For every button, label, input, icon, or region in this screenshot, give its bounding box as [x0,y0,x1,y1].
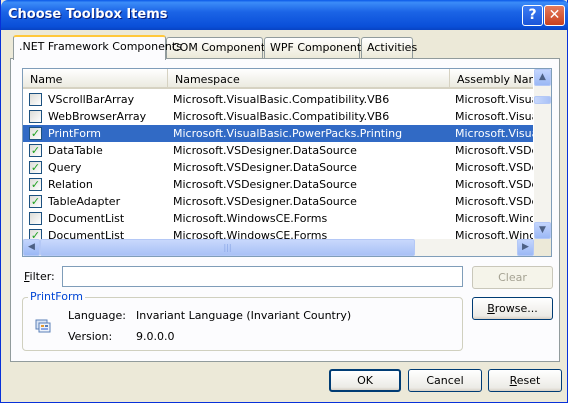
window-title: Choose Toolbox Items [8,7,168,22]
tab-label: Activities [367,41,418,54]
item-assembly: Microsoft.VisualB [455,127,533,140]
item-name: DataTable [48,144,103,157]
item-namespace: Microsoft.VisualBasic.Compatibility.VB6 [173,110,390,123]
scroll-right-icon[interactable]: ▶ [517,239,534,256]
item-checkbox[interactable]: ✓ [29,127,42,140]
list-item[interactable]: WebBrowserArray Microsoft.VisualBasic.Co… [23,108,533,125]
item-name: PrintForm [48,127,102,140]
details-group-title: PrintForm [28,290,86,303]
reset-button[interactable]: Reset [488,369,562,392]
item-assembly: Microsoft.VisualB [455,110,533,123]
language-value: Invariant Language (Invariant Country) [136,309,352,322]
tab-label: COM Components [172,41,271,54]
horizontal-scrollbar[interactable]: ◀ ||| ▶ [23,239,534,256]
list-item[interactable]: DocumentList Microsoft.WindowsCE.Forms M… [23,210,533,227]
vertical-scroll-thumb[interactable] [534,96,551,104]
tab-label: WPF Components [270,41,367,54]
choose-toolbox-items-dialog: Choose Toolbox Items ? ✕ .NET Framework … [0,0,568,403]
help-button[interactable]: ? [522,5,543,26]
item-checkbox[interactable] [29,93,42,106]
list-item[interactable]: ✓ TableAdapter Microsoft.VSDesigner.Data… [23,193,533,210]
scroll-down-icon[interactable]: ▼ [534,222,551,239]
horizontal-scroll-thumb[interactable]: ||| [40,239,415,256]
item-namespace: Microsoft.WindowsCE.Forms [173,229,328,239]
item-name: DocumentList [48,212,125,225]
item-assembly: Microsoft.VSDes [455,195,533,208]
close-button[interactable]: ✕ [544,5,565,26]
assembly-icon [35,319,51,333]
scroll-left-icon[interactable]: ◀ [23,239,40,256]
column-header-namespace[interactable]: Namespace [168,69,450,89]
item-namespace: Microsoft.VSDesigner.DataSource [173,144,357,157]
language-label: Language: [68,309,126,322]
list-item[interactable]: ✓ Query Microsoft.VSDesigner.DataSource … [23,159,533,176]
version-label: Version: [68,330,113,343]
item-checkbox[interactable]: ✓ [29,161,42,174]
item-checkbox[interactable]: ✓ [29,144,42,157]
scroll-up-icon[interactable]: ▲ [534,69,551,86]
list-item[interactable]: ✓ PrintForm Microsoft.VisualBasic.PowerP… [23,125,533,142]
item-checkbox[interactable]: ✓ [29,178,42,191]
item-assembly: Microsoft.Windo [455,212,533,225]
components-list[interactable]: Name Namespace Assembly Name VScrollBarA… [22,68,552,257]
item-name: TableAdapter [48,195,121,208]
item-name: Query [48,161,82,174]
item-checkbox[interactable]: ✓ [29,229,42,239]
filter-input[interactable] [62,266,463,287]
item-namespace: Microsoft.VSDesigner.DataSource [173,161,357,174]
clear-button[interactable]: Clear [472,266,553,289]
list-item[interactable]: ✓ DocumentList Microsoft.WindowsCE.Forms… [23,227,533,239]
cancel-button[interactable]: Cancel [408,369,482,392]
column-header-name[interactable]: Name [23,69,168,89]
version-value: 9.0.0.0 [136,330,175,343]
list-item[interactable]: ✓ Relation Microsoft.VSDesigner.DataSour… [23,176,533,193]
browse-button[interactable]: Browse... [472,297,553,320]
item-name: Relation [48,178,93,191]
tab-activities[interactable]: Activities [361,37,417,58]
tab-wpf-components[interactable]: WPF Components [264,37,367,58]
scroll-corner [534,239,551,256]
item-assembly: Microsoft.VSDes [455,144,533,157]
item-namespace: Microsoft.VisualBasic.Compatibility.VB6 [173,93,390,106]
filter-label: Filter: [24,270,55,283]
vertical-scrollbar[interactable]: ▲ ▼ [534,69,551,239]
item-namespace: Microsoft.VSDesigner.DataSource [173,178,357,191]
item-namespace: Microsoft.VSDesigner.DataSource [173,195,357,208]
tab-label: .NET Framework Components [19,40,182,53]
item-name: DocumentList [48,229,125,239]
item-assembly: Microsoft.VSDes [455,161,533,174]
column-header-assembly-name[interactable]: Assembly Name [450,69,533,89]
item-checkbox[interactable]: ✓ [29,195,42,208]
item-namespace: Microsoft.WindowsCE.Forms [173,212,328,225]
list-item[interactable]: VScrollBarArray Microsoft.VisualBasic.Co… [23,91,533,108]
title-bar: Choose Toolbox Items ? ✕ [1,0,568,30]
list-item[interactable]: ✓ DataTable Microsoft.VSDesigner.DataSou… [23,142,533,159]
tab-net-framework-components[interactable]: .NET Framework Components [13,35,182,60]
item-name: VScrollBarArray [48,93,135,106]
item-checkbox[interactable] [29,110,42,123]
ok-button[interactable]: OK [329,369,401,392]
item-assembly: Microsoft.VSDes [455,178,533,191]
item-assembly: Microsoft.Windo [455,229,533,239]
item-name: WebBrowserArray [48,110,147,123]
item-checkbox[interactable] [29,212,42,225]
list-header: Name Namespace Assembly Name [23,69,533,89]
item-namespace: Microsoft.VisualBasic.PowerPacks.Printin… [173,127,403,140]
item-assembly: Microsoft.VisualB [455,93,533,106]
